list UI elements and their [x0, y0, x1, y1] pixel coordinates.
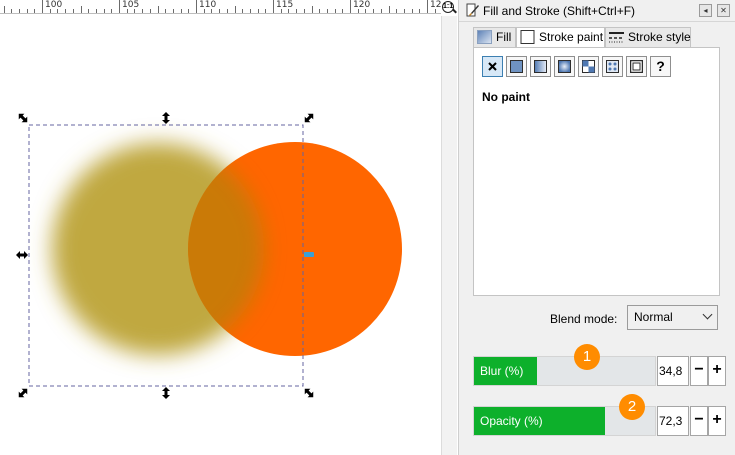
scale-handle-bottom-left[interactable]: [16, 386, 30, 400]
blur-increment-button[interactable]: +: [708, 356, 726, 386]
swatch-icon: [606, 60, 619, 73]
no-paint-button[interactable]: [482, 56, 503, 77]
scale-handle-top-left[interactable]: [16, 111, 30, 125]
panel-header: Fill and Stroke (Shift+Ctrl+F) ◂ ✕: [459, 0, 735, 22]
blur-decrement-button[interactable]: −: [690, 356, 708, 386]
stretch-handle-top[interactable]: [162, 112, 170, 124]
tab-stroke-style-label: Stroke style: [628, 30, 691, 44]
paint-status-label: No paint: [482, 90, 530, 104]
pattern-button[interactable]: [578, 56, 599, 77]
radial-gradient-button[interactable]: [554, 56, 575, 77]
unset-paint-button[interactable]: [626, 56, 647, 77]
tab-stroke-style[interactable]: Stroke style: [605, 27, 691, 47]
opacity-slider-label: Opacity (%): [480, 414, 543, 428]
blur-value-field[interactable]: 34,8: [657, 356, 689, 386]
pattern-icon: [582, 60, 595, 73]
linear-gradient-button[interactable]: [530, 56, 551, 77]
zoom-corner-label: 1:1: [442, 1, 454, 13]
vertical-scrollbar[interactable]: [441, 16, 457, 455]
paintbrush-icon: [466, 3, 479, 17]
blur-slider[interactable]: Blur (%): [473, 356, 656, 386]
tab-stroke-paint-label: Stroke paint: [539, 30, 604, 44]
opacity-increment-button[interactable]: +: [708, 406, 726, 436]
blend-mode-value: Normal: [634, 310, 673, 324]
callout-badge-2: 2: [619, 394, 645, 420]
opacity-value-field[interactable]: 72,3: [657, 406, 689, 436]
blend-mode-label: Blend mode:: [550, 312, 618, 326]
collapse-panel-button[interactable]: ◂: [699, 4, 712, 17]
tab-stroke-paint[interactable]: Stroke paint: [516, 27, 605, 48]
scale-handle-bottom-right[interactable]: [302, 386, 316, 400]
stroke-paint-tab-icon: [520, 30, 535, 44]
flat-color-icon: [510, 60, 523, 73]
opacity-decrement-button[interactable]: −: [690, 406, 708, 436]
no-paint-icon: [488, 62, 497, 71]
panel-title: Fill and Stroke (Shift+Ctrl+F): [483, 4, 636, 18]
chevron-down-icon: [702, 309, 713, 320]
stretch-handle-bottom[interactable]: [162, 387, 170, 399]
close-panel-button[interactable]: ✕: [717, 4, 730, 17]
scale-handle-top-right[interactable]: [302, 111, 316, 125]
blend-mode-select[interactable]: Normal: [627, 305, 718, 330]
tab-fill-label: Fill: [496, 30, 512, 44]
radial-gradient-icon: [558, 60, 571, 73]
artwork[interactable]: [0, 0, 441, 455]
stretch-handle-left[interactable]: [16, 251, 28, 259]
blur-slider-label: Blur (%): [480, 364, 524, 378]
unknown-paint-button[interactable]: ?: [650, 56, 671, 77]
flat-color-button[interactable]: [506, 56, 527, 77]
stroke-style-tab-icon: [609, 32, 624, 43]
fill-tab-icon: [477, 30, 492, 44]
fill-and-stroke-panel: Fill and Stroke (Shift+Ctrl+F) ◂ ✕ Fill …: [458, 0, 735, 455]
question-icon: ?: [656, 58, 665, 74]
zoom-correction-icon[interactable]: 1:1: [441, 0, 457, 16]
callout-badge-1: 1: [574, 344, 600, 370]
center-handle[interactable]: [304, 252, 314, 257]
drawing-canvas[interactable]: 100105110115120125: [0, 0, 441, 455]
linear-gradient-icon: [534, 60, 547, 73]
tab-fill[interactable]: Fill: [473, 27, 516, 47]
unset-paint-icon: [630, 60, 643, 73]
stroke-paint-tab-content: ? No paint: [473, 47, 720, 296]
swatch-button[interactable]: [602, 56, 623, 77]
